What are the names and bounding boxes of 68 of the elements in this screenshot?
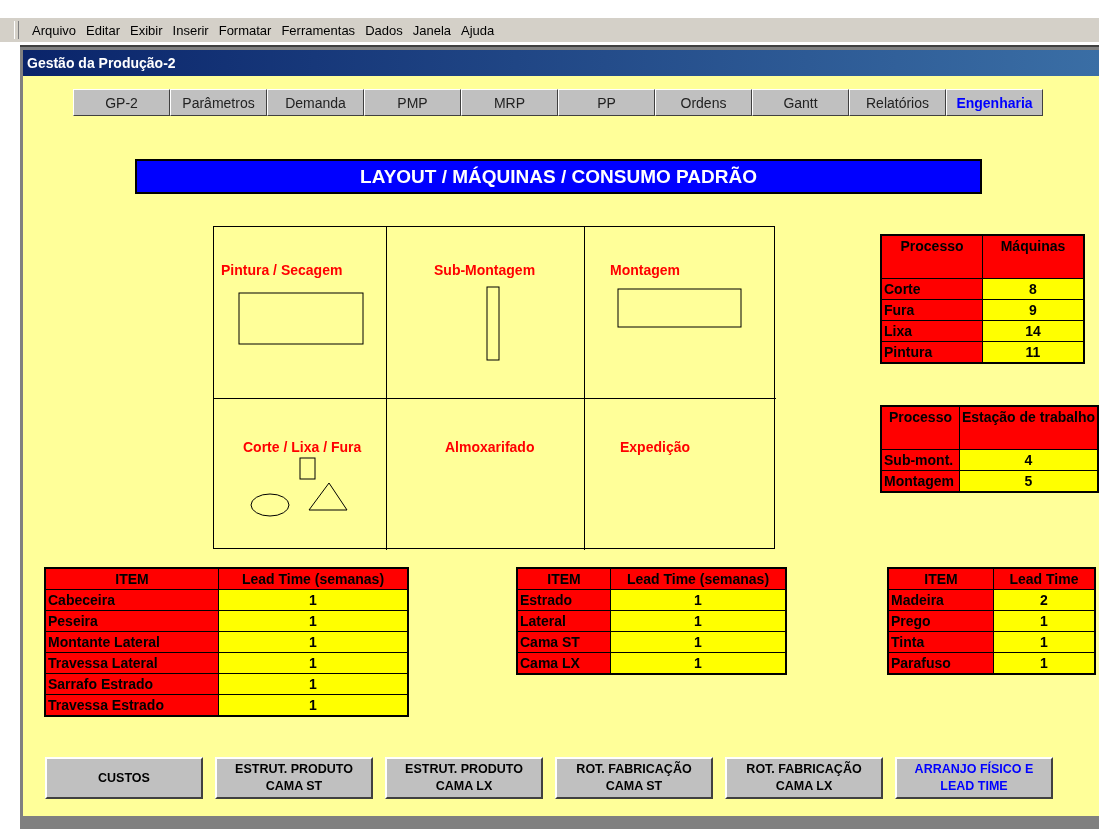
table-cell: Lixa (881, 320, 983, 342)
column-header: Estação de trabalho (959, 406, 1098, 450)
window-title: Gestão da Produção-2 (23, 50, 1099, 76)
column-header: ITEM (517, 568, 611, 590)
table-cell: Cabeceira (45, 589, 219, 611)
tab[interactable]: Engenharia (946, 89, 1043, 116)
column-header: Lead Time (semanas) (610, 568, 786, 590)
area-label: Montagem (610, 262, 680, 278)
table-cell: Montante Lateral (45, 631, 219, 653)
menu-item[interactable]: Editar (81, 22, 126, 38)
tab[interactable]: PP (558, 89, 655, 116)
machine-triangle (308, 482, 348, 511)
table-cell: Madeira (888, 589, 994, 611)
menu-item[interactable]: Inserir (167, 22, 214, 38)
table-cell: Sarrafo Estrado (45, 673, 219, 695)
tab[interactable]: MRP (461, 89, 558, 116)
tab[interactable]: Demanda (267, 89, 364, 116)
table-cell: 1 (218, 694, 408, 716)
column-header: Processo (881, 235, 983, 279)
menu-item[interactable]: Formatar (213, 22, 277, 38)
table-cell: Corte (881, 278, 983, 300)
menu-item[interactable]: Dados (360, 22, 408, 38)
tab[interactable]: Relatórios (849, 89, 946, 116)
machine-ellipse (250, 493, 290, 517)
menu-item[interactable]: Ferramentas (276, 22, 361, 38)
table-cell: 1 (610, 652, 786, 674)
table-cell: Travessa Lateral (45, 652, 219, 674)
nav-button[interactable]: CUSTOS (45, 757, 203, 799)
tab[interactable]: PMP (364, 89, 461, 116)
table-cell: Parafuso (888, 652, 994, 674)
column-header: Máquinas (982, 235, 1084, 279)
menu-item[interactable]: Janela (407, 22, 456, 38)
table-cell: Estrado (517, 589, 611, 611)
table-cell: Travessa Estrado (45, 694, 219, 716)
area-label: Sub-Montagem (434, 262, 536, 278)
area-label: Corte / Lixa / Fura (243, 439, 362, 455)
table-cell: Peseira (45, 610, 219, 632)
column-header: ITEM (45, 568, 219, 590)
table-cell: Cama LX (517, 652, 611, 674)
column-header: ITEM (888, 568, 994, 590)
table-cell: Cama ST (517, 631, 611, 653)
nav-button[interactable]: ESTRUT. PRODUTO CAMA ST (215, 757, 373, 799)
menu-item[interactable]: Exibir (125, 22, 168, 38)
tab[interactable]: Ordens (655, 89, 752, 116)
nav-button[interactable]: ARRANJO FÍSICO E LEAD TIME (895, 757, 1053, 799)
tab[interactable]: Parâmetros (170, 89, 267, 116)
area-label: Pintura / Secagem (221, 262, 343, 278)
column-header: Lead Time (993, 568, 1095, 590)
table-cell: Sub-mont. (881, 449, 960, 471)
area-label: Almoxarifado (445, 439, 535, 455)
menu-item[interactable]: Ajuda (456, 22, 500, 38)
area-label: Expedição (620, 439, 691, 455)
table-cell: Montagem (881, 470, 960, 492)
table-cell: Fura (881, 299, 983, 321)
table-cell: Pintura (881, 341, 983, 363)
section-banner: LAYOUT / MÁQUINAS / CONSUMO PADRÃO (135, 159, 982, 194)
nav-button[interactable]: ESTRUT. PRODUTO CAMA LX (385, 757, 543, 799)
machine-square (299, 457, 316, 480)
table-cell: Lateral (517, 610, 611, 632)
table-cell: Tinta (888, 631, 994, 653)
tab[interactable]: Gantt (752, 89, 849, 116)
menu-item[interactable]: Arquivo (27, 22, 82, 38)
tab[interactable]: GP-2 (73, 89, 170, 116)
table-cell: Prego (888, 610, 994, 632)
column-header: Processo (881, 406, 960, 450)
nav-button[interactable]: ROT. FABRICAÇÃO CAMA LX (725, 757, 883, 799)
nav-button[interactable]: ROT. FABRICAÇÃO CAMA ST (555, 757, 713, 799)
column-header: Lead Time (semanas) (218, 568, 408, 590)
